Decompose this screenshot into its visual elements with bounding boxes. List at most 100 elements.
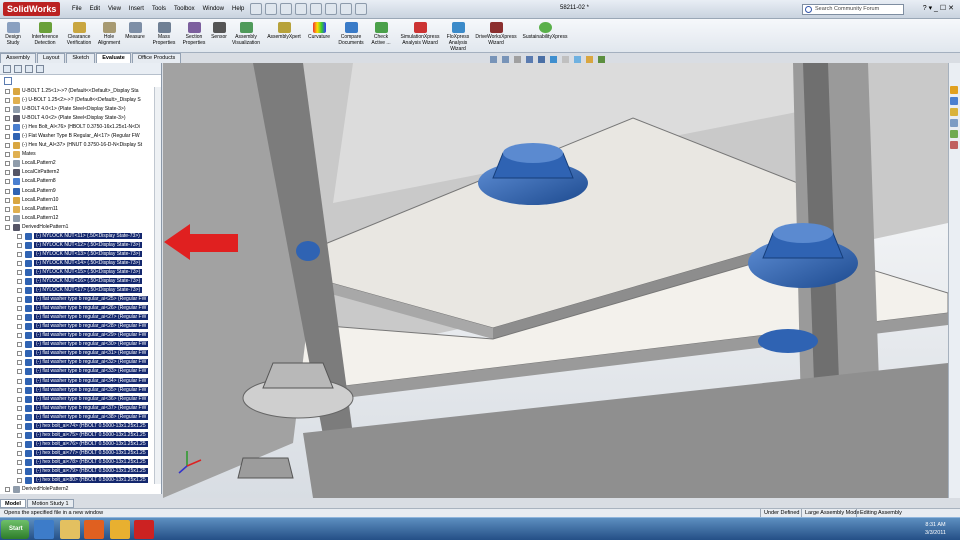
tree-item[interactable]: (-) hex bolt_ai<77> (HBOLT 0.5000-13x1.2… bbox=[0, 449, 155, 458]
zoom-area-icon[interactable] bbox=[502, 56, 509, 63]
floxpress-button[interactable]: FloXpress Analysis Wizard bbox=[444, 22, 472, 52]
tree-item[interactable]: (-) flat washer type b regular_ai<30> (R… bbox=[0, 340, 155, 349]
expand-icon[interactable] bbox=[5, 224, 10, 230]
configurationmanager-tab-icon[interactable] bbox=[25, 65, 33, 73]
expand-icon[interactable] bbox=[17, 432, 22, 438]
tree-item[interactable]: (-) Hex Bolt_AI<76> (HBOLT 0.3750-16x1.2… bbox=[0, 123, 155, 132]
expand-icon[interactable] bbox=[5, 98, 10, 104]
tree-item[interactable]: LocalLPattern10 bbox=[0, 196, 155, 205]
sensor-button[interactable]: Sensor bbox=[210, 22, 228, 40]
expand-icon[interactable] bbox=[17, 396, 22, 402]
expand-icon[interactable] bbox=[17, 414, 22, 420]
design-library-icon[interactable] bbox=[950, 97, 958, 105]
search-input[interactable]: Search Community Forum bbox=[802, 4, 904, 15]
options-icon[interactable] bbox=[355, 3, 367, 15]
expand-icon[interactable] bbox=[17, 233, 22, 239]
menu-edit[interactable]: Edit bbox=[90, 4, 100, 14]
nylock-nut-blue-4[interactable] bbox=[296, 241, 320, 261]
tree-item[interactable]: (-) hex bolt_ai<80> (HBOLT 0.5000-13x1.2… bbox=[0, 476, 155, 485]
expand-icon[interactable] bbox=[5, 170, 10, 176]
tree-item[interactable]: (-) Flat Washer Type B Regular_AI<17> (R… bbox=[0, 132, 155, 141]
tree-item[interactable]: (-) hex bolt_ai<78> (HBOLT 0.5000-13x1.2… bbox=[0, 458, 155, 467]
driveworksxpress-button[interactable]: DriveWorksXpress Wizard bbox=[474, 22, 518, 46]
tree-item[interactable]: LocalLPattern11 bbox=[0, 205, 155, 214]
graphics-area[interactable] bbox=[163, 63, 948, 498]
solidworks-resources-icon[interactable] bbox=[950, 86, 958, 94]
tree-item[interactable]: LocalCirPattern2 bbox=[0, 168, 155, 177]
tree-item[interactable]: (-) flat washer type b regular_ai<25> (R… bbox=[0, 295, 155, 304]
expand-icon[interactable] bbox=[17, 342, 22, 348]
menu-view[interactable]: View bbox=[108, 4, 121, 14]
menu-window[interactable]: Window bbox=[203, 4, 224, 14]
apply-scene-icon[interactable] bbox=[586, 56, 593, 63]
expand-icon[interactable] bbox=[17, 441, 22, 447]
expand-icon[interactable] bbox=[17, 242, 22, 248]
tree-item[interactable]: (-) flat washer type b regular_ai<38> (R… bbox=[0, 413, 155, 422]
tree-item[interactable]: (-) NYLOCK NUT<14> (.50<Display State-73… bbox=[0, 259, 155, 268]
expand-icon[interactable] bbox=[17, 369, 22, 375]
clearance-verification-button[interactable]: Clearance Verification bbox=[64, 22, 94, 46]
hide-show-icon[interactable] bbox=[562, 56, 569, 63]
mass-properties-button[interactable]: Mass Properties bbox=[150, 22, 178, 46]
rebuild-icon[interactable] bbox=[340, 3, 352, 15]
assemblyxpert-button[interactable]: AssemblyXpert bbox=[266, 22, 302, 40]
new-icon[interactable] bbox=[250, 3, 262, 15]
expand-icon[interactable] bbox=[5, 89, 10, 94]
tree-item[interactable]: DerivedHolePattern2 bbox=[0, 485, 155, 494]
tree-item[interactable]: (-) flat washer type b regular_ai<28> (R… bbox=[0, 322, 155, 331]
tree-item[interactable]: LocalLPattern2 bbox=[0, 159, 155, 168]
expand-icon[interactable] bbox=[17, 423, 22, 429]
menu-help[interactable]: Help bbox=[232, 4, 244, 14]
view-orientation-icon[interactable] bbox=[538, 56, 545, 63]
expand-icon[interactable] bbox=[5, 116, 10, 122]
previous-view-icon[interactable] bbox=[514, 56, 521, 63]
tab-sketch[interactable]: Sketch bbox=[66, 53, 96, 63]
tree-item[interactable]: (-) NYLOCK NUT<15> (.50<Display State-73… bbox=[0, 268, 155, 277]
tree-scrollbar[interactable] bbox=[154, 87, 161, 484]
tree-item[interactable]: (-) flat washer type b regular_ai<27> (R… bbox=[0, 313, 155, 322]
expand-icon[interactable] bbox=[17, 333, 22, 339]
design-study-button[interactable]: Design Study bbox=[4, 22, 22, 46]
tree-item[interactable]: (-) flat washer type b regular_ai<31> (R… bbox=[0, 349, 155, 358]
expand-icon[interactable] bbox=[17, 378, 22, 384]
save-icon[interactable] bbox=[280, 3, 292, 15]
expand-icon[interactable] bbox=[5, 152, 10, 158]
tab-evaluate[interactable]: Evaluate bbox=[96, 53, 131, 63]
appearances-icon[interactable] bbox=[950, 141, 958, 149]
section-properties-button[interactable]: Section Properties bbox=[180, 22, 208, 46]
tree-item[interactable]: (-) hex bolt_ai<75> (HBOLT 0.5000-13x1.2… bbox=[0, 431, 155, 440]
expand-icon[interactable] bbox=[5, 197, 10, 203]
tree-item[interactable]: (-) flat washer type b regular_ai<32> (R… bbox=[0, 358, 155, 367]
expand-icon[interactable] bbox=[17, 288, 22, 294]
measure-button[interactable]: Measure bbox=[124, 22, 146, 40]
expand-icon[interactable] bbox=[5, 206, 10, 212]
tree-item[interactable]: (-) hex bolt_ai<76> (HBOLT 0.5000-13x1.2… bbox=[0, 440, 155, 449]
tree-item[interactable]: (-) Hex Nut_AI<37> (HNUT 0.3750-16-D-N<D… bbox=[0, 141, 155, 150]
tree-item[interactable]: (-) flat washer type b regular_ai<26> (R… bbox=[0, 304, 155, 313]
media-player-icon[interactable] bbox=[84, 520, 104, 539]
search-results-icon[interactable] bbox=[950, 119, 958, 127]
tree-item[interactable]: (-) flat washer type b regular_ai<36> (R… bbox=[0, 395, 155, 404]
expand-icon[interactable] bbox=[17, 269, 22, 275]
section-view-icon[interactable] bbox=[526, 56, 533, 63]
expand-icon[interactable] bbox=[17, 315, 22, 321]
expand-icon[interactable] bbox=[17, 251, 22, 257]
expand-icon[interactable] bbox=[5, 487, 10, 493]
expand-icon[interactable] bbox=[5, 134, 10, 140]
sustainabilityxpress-button[interactable]: SustainabilityXpress bbox=[520, 22, 570, 40]
edit-appearance-icon[interactable] bbox=[574, 56, 581, 63]
tree-item[interactable]: DerivedHolePattern1 bbox=[0, 223, 155, 232]
assembly-visualization-button[interactable]: Assembly Visualization bbox=[230, 22, 262, 46]
expand-icon[interactable] bbox=[17, 468, 22, 474]
interference-detection-button[interactable]: Interference Detection bbox=[30, 22, 60, 46]
undo-icon[interactable] bbox=[310, 3, 322, 15]
expand-icon[interactable] bbox=[17, 278, 22, 284]
nylock-nut-blue-3[interactable] bbox=[758, 329, 818, 353]
featuremanager-tab-icon[interactable] bbox=[3, 65, 11, 73]
tree-item[interactable]: (-) flat washer type b regular_ai<33> (R… bbox=[0, 367, 155, 376]
tree-item[interactable]: LocalLPattern8 bbox=[0, 177, 155, 186]
solidworks-taskbar-icon[interactable] bbox=[134, 520, 154, 539]
tree-item[interactable]: (-) NYLOCK NUT<16> (.50<Display State-73… bbox=[0, 277, 155, 286]
solidworks-logo[interactable]: SolidWorks bbox=[3, 2, 61, 16]
expand-icon[interactable] bbox=[17, 387, 22, 393]
